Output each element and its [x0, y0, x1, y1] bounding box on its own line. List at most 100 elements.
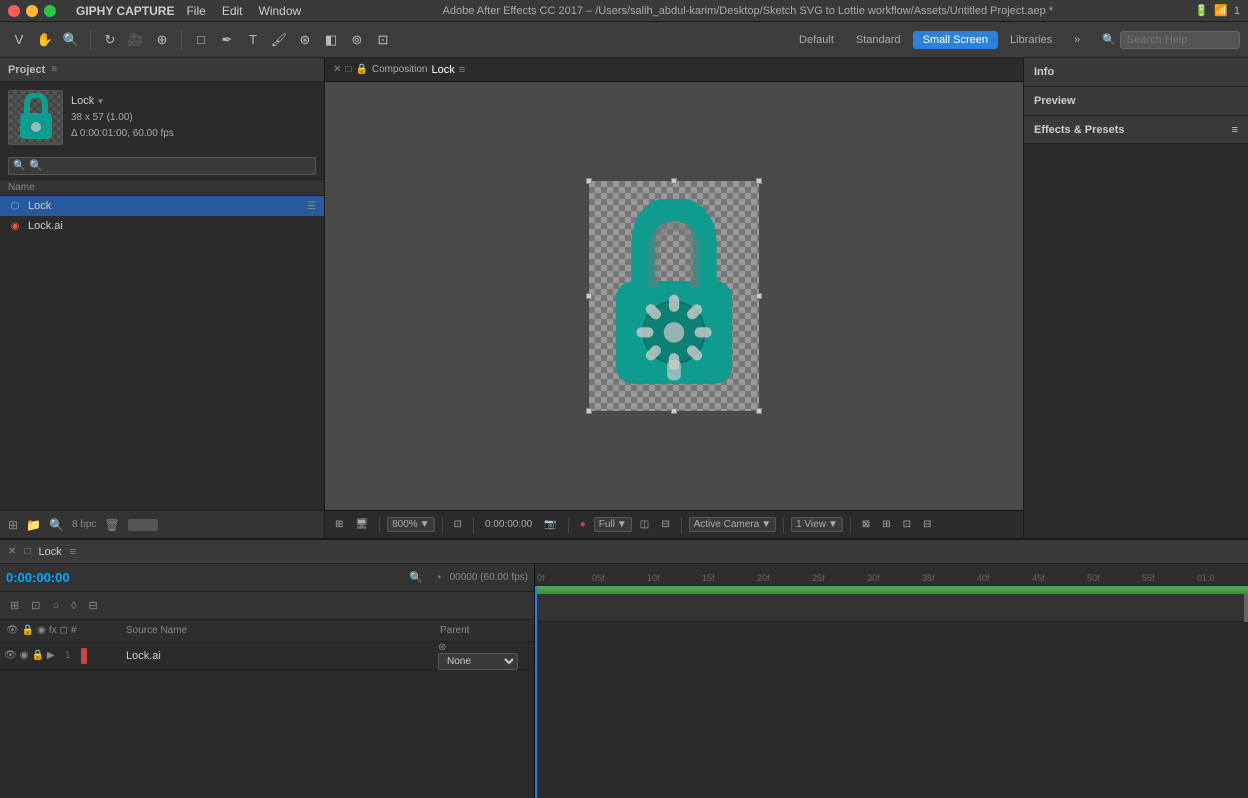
workspace-standard[interactable]: Standard — [846, 31, 911, 49]
timeline-current-time[interactable]: 0:00:00:00 — [6, 570, 86, 585]
timeline-tab-close[interactable]: ✕ — [8, 546, 16, 557]
layer-expand-btn[interactable]: ▶ — [47, 650, 55, 661]
project-search-input[interactable] — [8, 157, 316, 175]
vc-display-btn[interactable]: 🖥 — [351, 518, 372, 531]
menu-file[interactable]: File — [186, 4, 205, 18]
handle-tr[interactable] — [756, 178, 762, 184]
tool-zoom[interactable]: 🔍 — [60, 29, 82, 51]
list-item[interactable]: ◉ Lock.ai — [0, 216, 324, 236]
tool-sep-2 — [181, 31, 182, 49]
vc-snapshot-btn[interactable]: ⊡ — [899, 518, 915, 531]
tl-layer-btn[interactable]: ⊡ — [27, 597, 44, 614]
list-item[interactable]: ⬡ Lock ☰ — [0, 196, 324, 216]
workspace-default[interactable]: Default — [789, 31, 844, 49]
handle-ml[interactable] — [586, 293, 592, 299]
toolbar-search-input[interactable] — [1120, 31, 1240, 49]
zoom-dropdown[interactable]: 800% ▼ — [387, 517, 434, 532]
trim-handle-right[interactable] — [1244, 594, 1248, 622]
tool-pen[interactable]: ✒ — [216, 29, 238, 51]
comp-tab-menu[interactable] — [459, 64, 465, 76]
vc-grid-btn[interactable]: ⊞ — [331, 518, 347, 531]
vc-camera-snap[interactable]: 📷 — [540, 518, 560, 531]
vc-toggle-btn[interactable]: ◫ — [636, 518, 653, 531]
tool-text[interactable]: T — [242, 29, 264, 51]
menu-edit[interactable]: Edit — [222, 4, 243, 18]
timeline-playhead[interactable] — [535, 586, 537, 798]
new-comp-btn[interactable]: ⊞ — [8, 518, 18, 532]
handle-br[interactable] — [756, 408, 762, 414]
info-header[interactable]: Info — [1024, 58, 1248, 86]
ruler-tick-9: 45f — [1032, 573, 1087, 583]
layer-solo-btn[interactable]: ◉ — [20, 650, 29, 661]
wifi-icon: 📶 — [1214, 4, 1228, 17]
quality-dropdown[interactable]: Full ▼ — [594, 517, 632, 532]
tool-puppet[interactable]: ⊡ — [372, 29, 394, 51]
workspace-small-screen[interactable]: Small Screen — [913, 31, 998, 49]
file-list: ⬡ Lock ☰ ◉ Lock.ai — [0, 196, 324, 510]
folder-btn[interactable]: 📁 — [26, 518, 41, 532]
vc-output-btn[interactable]: ⊞ — [878, 518, 894, 531]
timecode-btn[interactable]: 0:00:00:00 — [481, 518, 536, 531]
vc-grid2-btn[interactable]: ⊟ — [919, 518, 935, 531]
viewer-controls-bar: ⊞ 🖥 800% ▼ ⊡ 0:00:00:00 📷 ● Full ▼ ◫ ⊟ — [325, 510, 1023, 538]
tl-motion-btn[interactable]: ⊟ — [85, 597, 102, 614]
project-menu-icon[interactable] — [51, 64, 57, 75]
effects-menu-icon[interactable] — [1232, 124, 1238, 136]
comp-dimensions: 38 x 57 (1.00) — [71, 110, 174, 126]
timeline-menu-icon[interactable] — [70, 546, 76, 558]
workspace-libraries[interactable]: Libraries — [1000, 31, 1062, 49]
layer-lock-btn[interactable]: 🔒 — [31, 650, 43, 661]
ruler-tick-7: 35f — [922, 573, 977, 583]
tool-eraser[interactable]: ◧ — [320, 29, 342, 51]
layer-name[interactable]: Lock.ai — [120, 650, 434, 662]
vc-render-btn[interactable]: ⊠ — [858, 518, 874, 531]
work-area-bar[interactable] — [535, 586, 1248, 594]
timeline-track-area[interactable] — [535, 586, 1248, 798]
tl-marker-btn[interactable]: ◊ — [67, 598, 80, 614]
mac-maximize-button[interactable] — [44, 5, 56, 17]
tool-hand[interactable]: ✋ — [34, 29, 56, 51]
tool-pan[interactable]: ⊕ — [151, 29, 173, 51]
handle-mr[interactable] — [756, 293, 762, 299]
tool-camera[interactable]: 🎥 — [125, 29, 147, 51]
delete-btn[interactable]: 🗑 — [104, 518, 119, 532]
tool-brush[interactable]: 🖌 — [268, 29, 290, 51]
vc-sep-5 — [681, 517, 682, 533]
handle-bc[interactable] — [671, 408, 677, 414]
tl-mask-btn[interactable]: ○ — [48, 598, 63, 614]
tl-comp-btn[interactable]: ⊞ — [6, 597, 23, 614]
search-btn[interactable]: 🔍 — [49, 518, 64, 532]
vc-grid-overlay-btn[interactable]: ⊡ — [450, 518, 466, 531]
ruler-tick-11: 55f — [1142, 573, 1197, 583]
handle-tl[interactable] — [586, 178, 592, 184]
parent-dropdown[interactable]: None — [438, 653, 518, 670]
bpc-label: 8 bpc — [72, 519, 96, 530]
layer-visible-btn[interactable]: 👁 — [4, 650, 17, 661]
parent-icon: ⊛ — [438, 642, 446, 653]
tool-roto[interactable]: ⊚ — [346, 29, 368, 51]
mac-minimize-button[interactable] — [26, 5, 38, 17]
timeline-tab-name: Lock — [38, 546, 61, 558]
vc-toggle2-btn[interactable]: ⊟ — [657, 518, 673, 531]
mac-close-button[interactable] — [8, 5, 20, 17]
workspace-more[interactable]: » — [1064, 31, 1090, 49]
tl-solo-btn[interactable]: ◔ — [431, 570, 446, 586]
tl-num-header: # — [71, 625, 77, 636]
comp-tab-close[interactable]: ✕ — [333, 64, 341, 75]
tool-rotate[interactable]: ↻ — [99, 29, 121, 51]
tool-select[interactable]: V — [8, 29, 30, 51]
tool-clone[interactable]: ⊛ — [294, 29, 316, 51]
views-dropdown[interactable]: 1 View ▼ — [791, 517, 843, 532]
table-row[interactable]: 👁 ◉ 🔒 ▶ 1 Lock.ai ⊛ None — [0, 642, 534, 670]
tl-search-btn[interactable]: 🔍 — [405, 569, 427, 586]
menu-window[interactable]: Window — [259, 4, 302, 18]
project-panel-bottom: ⊞ 📁 🔍 8 bpc 🗑 — [0, 510, 324, 538]
vc-color-btn[interactable]: ● — [576, 518, 590, 531]
canvas-area[interactable] — [325, 82, 1023, 510]
handle-bl[interactable] — [586, 408, 592, 414]
tool-rect-mask[interactable]: □ — [190, 29, 212, 51]
camera-dropdown[interactable]: Active Camera ▼ — [689, 517, 776, 532]
ruler-tick-1: 05f — [592, 573, 647, 583]
preview-header[interactable]: Preview — [1024, 87, 1248, 115]
handle-tc[interactable] — [671, 178, 677, 184]
